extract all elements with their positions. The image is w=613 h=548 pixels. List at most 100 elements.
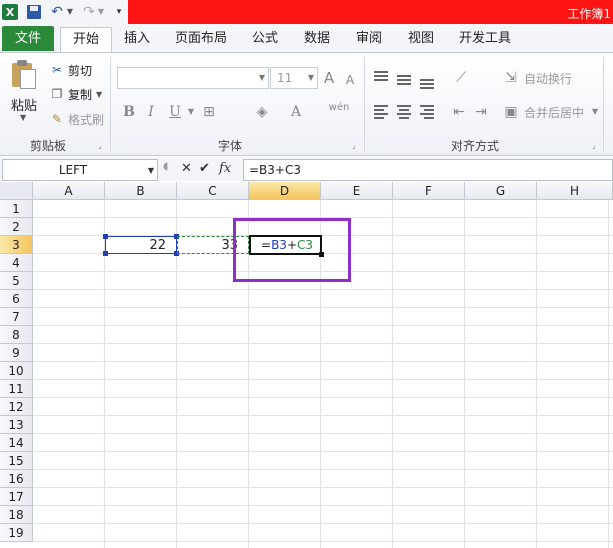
clipboard-launcher-icon[interactable]: ⌟ <box>98 141 102 150</box>
name-box-dropdown-icon[interactable]: ▼ <box>148 166 154 175</box>
customize-toolbar-icon[interactable]: ▾ <box>113 3 125 20</box>
row-header[interactable]: 10 <box>0 362 33 380</box>
font-size-dropdown-icon[interactable]: ▼ <box>308 73 314 82</box>
font-size-combo[interactable]: 11 ▼ <box>270 67 318 89</box>
row-header[interactable]: 4 <box>0 254 33 272</box>
row-header[interactable]: 17 <box>0 488 33 506</box>
insert-function-icon[interactable]: fx <box>219 161 231 176</box>
font-color-icon[interactable]: A <box>287 103 305 121</box>
save-icon[interactable] <box>27 5 41 19</box>
enter-icon[interactable]: ✔ <box>199 161 210 176</box>
italic-button[interactable]: I <box>142 103 160 121</box>
align-top-icon[interactable] <box>374 71 390 85</box>
range-handle[interactable] <box>103 251 108 256</box>
row-header[interactable]: 7 <box>0 308 33 326</box>
undo-dropdown-icon[interactable]: ▼ <box>66 3 74 20</box>
row-header[interactable]: 13 <box>0 416 33 434</box>
clipboard-group-label: 剪贴板 <box>29 139 66 153</box>
row-header[interactable]: 5 <box>0 272 33 290</box>
paste-dropdown-icon[interactable]: ▼ <box>20 113 26 122</box>
group-separator <box>603 57 604 151</box>
alignment-launcher-icon[interactable]: ⌟ <box>592 141 596 150</box>
format-painter-button[interactable]: ✎ 格式刷 <box>50 109 104 129</box>
font-name-combo[interactable]: ▼ <box>117 67 269 89</box>
gridline <box>33 469 613 470</box>
align-bottom-icon[interactable] <box>420 75 436 89</box>
gridline <box>33 433 613 434</box>
row-header[interactable]: 12 <box>0 398 33 416</box>
align-right-icon[interactable] <box>420 105 436 119</box>
name-box[interactable]: LEFT ▼ <box>2 159 158 181</box>
row-header[interactable]: 11 <box>0 380 33 398</box>
column-header-g[interactable]: G <box>465 182 537 200</box>
paste-icon[interactable] <box>10 59 36 89</box>
decrease-indent-icon[interactable]: ⇤ <box>450 103 468 121</box>
merge-center-button[interactable]: 合并后居中 <box>524 102 584 122</box>
undo-icon[interactable]: ↶ <box>48 3 66 20</box>
cut-button[interactable]: ✂ 剪切 <box>50 60 92 80</box>
cell-b3[interactable]: 22 <box>105 236 177 254</box>
row-header[interactable]: 16 <box>0 470 33 488</box>
row-header[interactable]: 9 <box>0 344 33 362</box>
orientation-icon[interactable]: ⟋ <box>452 69 470 87</box>
border-icon[interactable]: ⊞ <box>200 103 218 121</box>
tab-review[interactable]: 审阅 <box>349 27 389 51</box>
merge-dropdown-icon[interactable]: ▼ <box>586 103 604 121</box>
row-header[interactable]: 18 <box>0 506 33 524</box>
tab-page-layout[interactable]: 页面布局 <box>170 27 232 51</box>
row-header[interactable]: 8 <box>0 326 33 344</box>
grow-font-icon[interactable]: A <box>320 69 338 87</box>
formula-input[interactable]: =B3+C3 <box>243 159 613 181</box>
tab-view[interactable]: 视图 <box>401 27 441 51</box>
column-header-c[interactable]: C <box>177 182 249 200</box>
increase-indent-icon[interactable]: ⇥ <box>472 103 490 121</box>
paste-button[interactable]: 粘贴 <box>11 95 37 114</box>
phonetic-guide-icon[interactable]: wén <box>328 99 350 117</box>
row-header[interactable]: 19 <box>0 524 33 542</box>
tab-file[interactable]: 文件 <box>2 26 54 51</box>
align-center-icon[interactable] <box>397 105 413 119</box>
font-name-dropdown-icon[interactable]: ▼ <box>259 73 265 82</box>
row-header[interactable]: 14 <box>0 434 33 452</box>
tab-insert[interactable]: 插入 <box>118 27 156 51</box>
row-header[interactable]: 3 <box>0 236 33 254</box>
row-header[interactable]: 1 <box>0 200 33 218</box>
select-all-corner[interactable] <box>0 182 33 200</box>
range-handle[interactable] <box>103 234 108 239</box>
title-bar-accent <box>128 0 613 24</box>
redo-dropdown-icon[interactable]: ▼ <box>97 3 105 20</box>
column-header-e[interactable]: E <box>321 182 393 200</box>
underline-dropdown-icon[interactable]: ▼ <box>182 103 200 121</box>
font-launcher-icon[interactable]: ⌟ <box>352 141 356 150</box>
shrink-font-icon[interactable]: A <box>341 71 359 89</box>
align-left-icon[interactable] <box>374 105 390 119</box>
gridline <box>33 451 613 452</box>
row-header[interactable]: 2 <box>0 218 33 236</box>
worksheet-grid[interactable]: A B C D E F G H 1 2 3 4 5 6 7 8 9 10 11 … <box>0 182 613 548</box>
column-header-d[interactable]: D <box>249 182 321 200</box>
wrap-text-icon[interactable]: ⇲ <box>502 69 520 87</box>
excel-logo-icon[interactable]: X <box>2 4 18 20</box>
tab-home[interactable]: 开始 <box>60 27 112 52</box>
redo-icon[interactable]: ↷ <box>80 3 98 20</box>
column-header-b[interactable]: B <box>105 182 177 200</box>
copy-label: 复制 <box>68 87 93 102</box>
wrap-text-button[interactable]: 自动换行 <box>524 68 572 88</box>
bold-button[interactable]: B <box>120 103 138 121</box>
gridline <box>33 397 613 398</box>
tab-formulas[interactable]: 公式 <box>245 27 285 51</box>
row-header[interactable]: 15 <box>0 452 33 470</box>
fill-color-icon[interactable]: ◈ <box>253 103 271 121</box>
copy-dropdown-icon[interactable]: ▼ <box>96 90 102 99</box>
column-header-f[interactable]: F <box>393 182 465 200</box>
row-header[interactable]: 6 <box>0 290 33 308</box>
tab-developer[interactable]: 开发工具 <box>454 27 516 51</box>
merge-center-icon[interactable]: ▣ <box>502 103 520 121</box>
column-header-h[interactable]: H <box>537 182 613 200</box>
cancel-icon[interactable]: ✕ <box>181 161 192 176</box>
align-middle-icon[interactable] <box>397 73 413 87</box>
copy-button[interactable]: ❐ 复制 ▼ <box>50 84 103 104</box>
tab-data[interactable]: 数据 <box>297 27 337 51</box>
gridline <box>33 505 613 506</box>
column-header-a[interactable]: A <box>33 182 105 200</box>
